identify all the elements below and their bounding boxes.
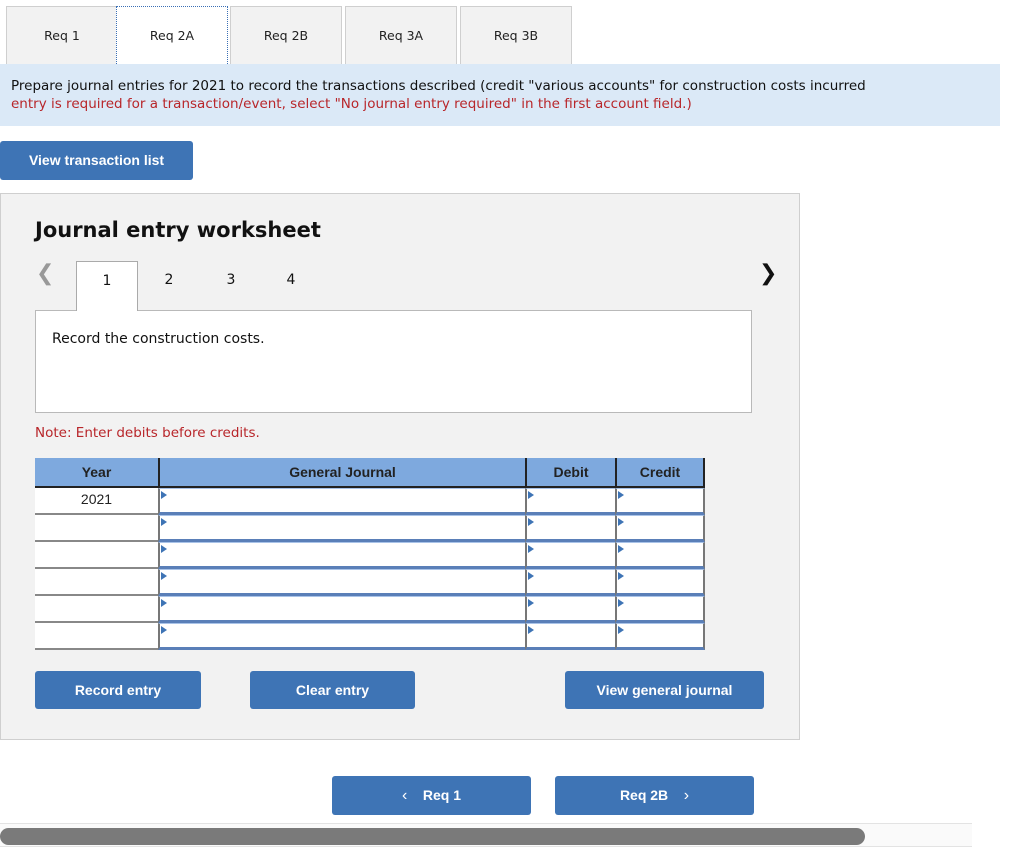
entry-tab-2[interactable]: 2 — [138, 261, 200, 311]
account-field[interactable] — [158, 569, 525, 596]
next-req-button[interactable]: Req 2B › — [555, 776, 754, 815]
clear-entry-button[interactable]: Clear entry — [250, 671, 415, 709]
credit-field[interactable] — [615, 488, 705, 515]
account-field[interactable] — [158, 542, 525, 569]
tab-req-2a[interactable]: Req 2A — [116, 6, 228, 64]
tab-req-3b[interactable]: Req 3B — [460, 6, 572, 64]
journal-table-header: Year General Journal Debit Credit — [35, 458, 705, 488]
header-credit: Credit — [615, 458, 705, 486]
entry-description: Record the construction costs. — [35, 310, 752, 413]
tab-req-2b[interactable]: Req 2B — [230, 6, 342, 64]
year-cell — [35, 569, 158, 596]
year-cell — [35, 542, 158, 569]
journal-entry-worksheet: Journal entry worksheet ❮ 1 2 3 4 ❯ Reco… — [0, 193, 800, 740]
account-field[interactable] — [158, 488, 525, 515]
prev-req-button[interactable]: ‹ Req 1 — [332, 776, 531, 815]
debit-field[interactable] — [525, 569, 615, 596]
credit-field[interactable] — [615, 623, 705, 650]
entry-tab-1[interactable]: 1 — [76, 261, 138, 311]
instructions-banner: Prepare journal entries for 2021 to reco… — [0, 64, 1000, 126]
chevron-left-icon: ‹ — [401, 787, 408, 804]
record-entry-button[interactable]: Record entry — [35, 671, 201, 709]
credit-field[interactable] — [615, 542, 705, 569]
account-field[interactable] — [158, 623, 525, 650]
prev-req-label: Req 1 — [422, 787, 461, 803]
table-row — [35, 542, 705, 569]
year-cell — [35, 623, 158, 650]
table-row — [35, 623, 705, 650]
next-req-label: Req 2B — [619, 787, 669, 803]
scrollbar-thumb[interactable] — [0, 828, 866, 845]
header-debit: Debit — [525, 458, 615, 486]
table-row: 2021 — [35, 488, 705, 515]
horizontal-scrollbar[interactable] — [0, 823, 972, 847]
view-transaction-list-button[interactable]: View transaction list — [0, 141, 193, 180]
debit-field[interactable] — [525, 542, 615, 569]
year-cell — [35, 596, 158, 623]
year-cell — [35, 515, 158, 542]
chevron-right-icon: › — [683, 787, 690, 804]
entry-description-text: Record the construction costs. — [52, 331, 265, 347]
table-row — [35, 515, 705, 542]
account-field[interactable] — [158, 596, 525, 623]
table-row — [35, 569, 705, 596]
chevron-right-icon[interactable]: ❯ — [759, 261, 777, 286]
debit-field[interactable] — [525, 596, 615, 623]
debits-note: Note: Enter debits before credits. — [35, 425, 260, 441]
entry-tab-4[interactable]: 4 — [260, 261, 322, 311]
chevron-left-icon[interactable]: ❮ — [36, 261, 54, 286]
table-row — [35, 596, 705, 623]
debit-field[interactable] — [525, 488, 615, 515]
instructions-warning: entry is required for a transaction/even… — [11, 96, 692, 112]
instructions-text: Prepare journal entries for 2021 to reco… — [11, 78, 866, 94]
view-general-journal-button[interactable]: View general journal — [565, 671, 764, 709]
journal-table: Year General Journal Debit Credit 2021 — [35, 458, 705, 650]
credit-field[interactable] — [615, 569, 705, 596]
year-cell: 2021 — [35, 488, 158, 515]
header-year: Year — [81, 464, 112, 480]
worksheet-title: Journal entry worksheet — [35, 218, 321, 242]
tab-req-3a[interactable]: Req 3A — [345, 6, 457, 64]
debit-field[interactable] — [525, 623, 615, 650]
debit-field[interactable] — [525, 515, 615, 542]
credit-field[interactable] — [615, 515, 705, 542]
tab-req-1[interactable]: Req 1 — [6, 6, 118, 64]
entry-tab-3[interactable]: 3 — [200, 261, 262, 311]
account-field[interactable] — [158, 515, 525, 542]
credit-field[interactable] — [615, 596, 705, 623]
header-general-journal: General Journal — [158, 458, 525, 486]
